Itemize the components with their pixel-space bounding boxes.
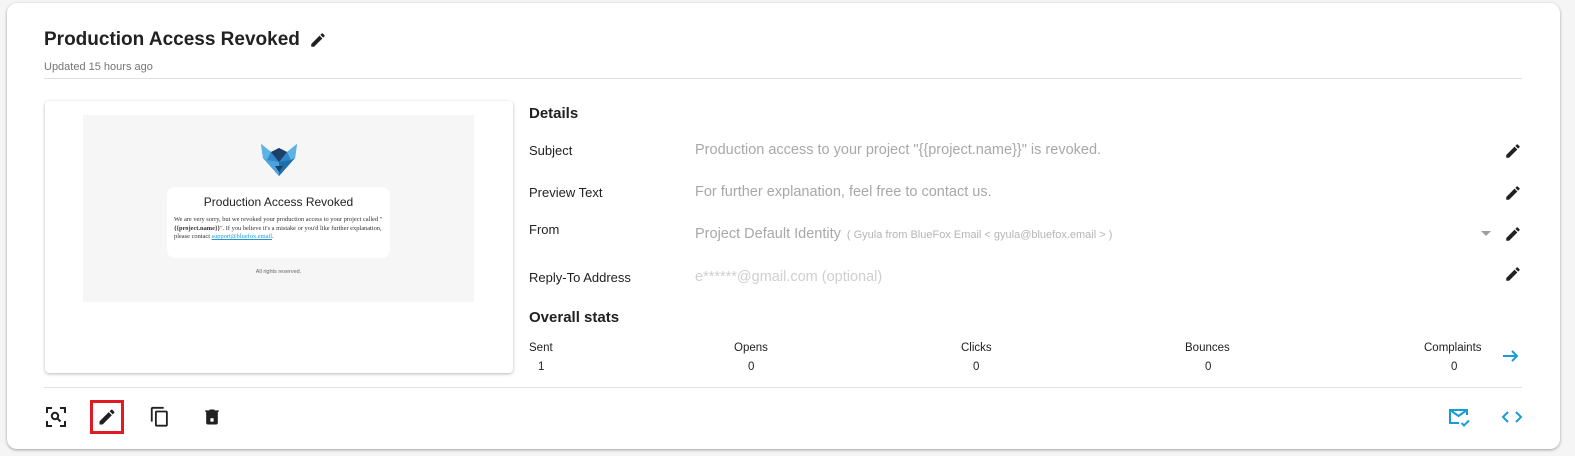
overall-stats-heading: Overall stats: [529, 309, 620, 326]
email-title: Production Access Revoked: [203, 195, 354, 209]
view-code-button[interactable]: [1499, 405, 1525, 429]
zoom-preview-button[interactable]: [42, 403, 70, 431]
stat-bounces-label: Bounces: [1185, 342, 1230, 354]
preview-text-value: For further explanation, feel free to co…: [695, 184, 992, 200]
stat-opens-label: Opens: [734, 342, 768, 354]
from-dropdown-caret-icon[interactable]: [1481, 231, 1491, 236]
send-test-email-button[interactable]: [1446, 405, 1472, 429]
email-body: We are very sorry, but we revoked your p…: [174, 216, 386, 242]
email-preview[interactable]: Production Access Revoked We are very so…: [45, 101, 513, 373]
stat-sent-value: 1: [538, 361, 545, 373]
pencil-icon: [99, 409, 115, 425]
from-edit-pencil-icon[interactable]: [1504, 225, 1522, 243]
preview-text-edit-pencil-icon[interactable]: [1504, 184, 1522, 202]
bluefox-logo-icon: [261, 144, 297, 176]
from-select[interactable]: Project Default Identity ( Gyula from Blu…: [695, 226, 1112, 242]
copy-icon: [150, 406, 168, 427]
subject-edit-pencil-icon[interactable]: [1504, 142, 1522, 160]
from-label: From: [529, 222, 560, 237]
reply-to-edit-pencil-icon[interactable]: [1504, 265, 1522, 283]
stat-bounces-value: 0: [1205, 361, 1212, 373]
subject-value: Production access to your project "{{pro…: [695, 142, 1102, 158]
code-icon: [1501, 411, 1523, 423]
zoom-preview-icon: [46, 407, 66, 427]
title-row: Production Access Revoked: [44, 29, 327, 51]
email-support-link: support@bluefox.email: [211, 233, 272, 241]
email-body-text: We are very sorry, but we revoked your p…: [174, 216, 383, 223]
divider-bottom: [44, 387, 1522, 388]
details-heading: Details: [529, 105, 579, 122]
title-edit-pencil-icon[interactable]: [309, 31, 327, 49]
email-content-card: Production Access Revoked We are very so…: [167, 187, 390, 258]
divider-top: [44, 78, 1522, 79]
edit-button[interactable]: [90, 400, 124, 434]
email-body-text-3: .: [272, 233, 274, 241]
delete-button[interactable]: [198, 403, 226, 431]
email-body-project: {{project.name}}: [174, 224, 220, 232]
from-identity-detail: ( Gyula from BlueFox Email < gyula@bluef…: [846, 229, 1113, 241]
email-footer: All rights reserved.: [255, 269, 302, 275]
delete-icon: [205, 409, 219, 425]
stat-sent-label: Sent: [529, 342, 553, 354]
preview-text-label: Preview Text: [529, 185, 603, 200]
stat-complaints-value: 0: [1451, 361, 1458, 373]
stat-complaints-label: Complaints: [1424, 342, 1482, 354]
email-template-card: Production Access Revoked Updated 15 hou…: [7, 3, 1560, 449]
reply-to-label: Reply-To Address: [529, 270, 631, 285]
from-value: Project Default Identity: [695, 226, 841, 242]
email-preview-canvas: Production Access Revoked We are very so…: [83, 115, 474, 302]
stat-clicks-label: Clicks: [961, 342, 992, 354]
updated-timestamp: Updated 15 hours ago: [44, 61, 153, 73]
mark-email-read-icon: [1449, 409, 1470, 427]
stat-clicks-value: 0: [973, 361, 980, 373]
stat-opens-value: 0: [748, 361, 755, 373]
reply-to-input[interactable]: e******@gmail.com (optional): [695, 269, 882, 285]
page-title: Production Access Revoked: [44, 29, 300, 50]
subject-label: Subject: [529, 143, 573, 158]
stats-arrow-right-icon[interactable]: [1501, 349, 1521, 363]
duplicate-button[interactable]: [146, 403, 174, 431]
